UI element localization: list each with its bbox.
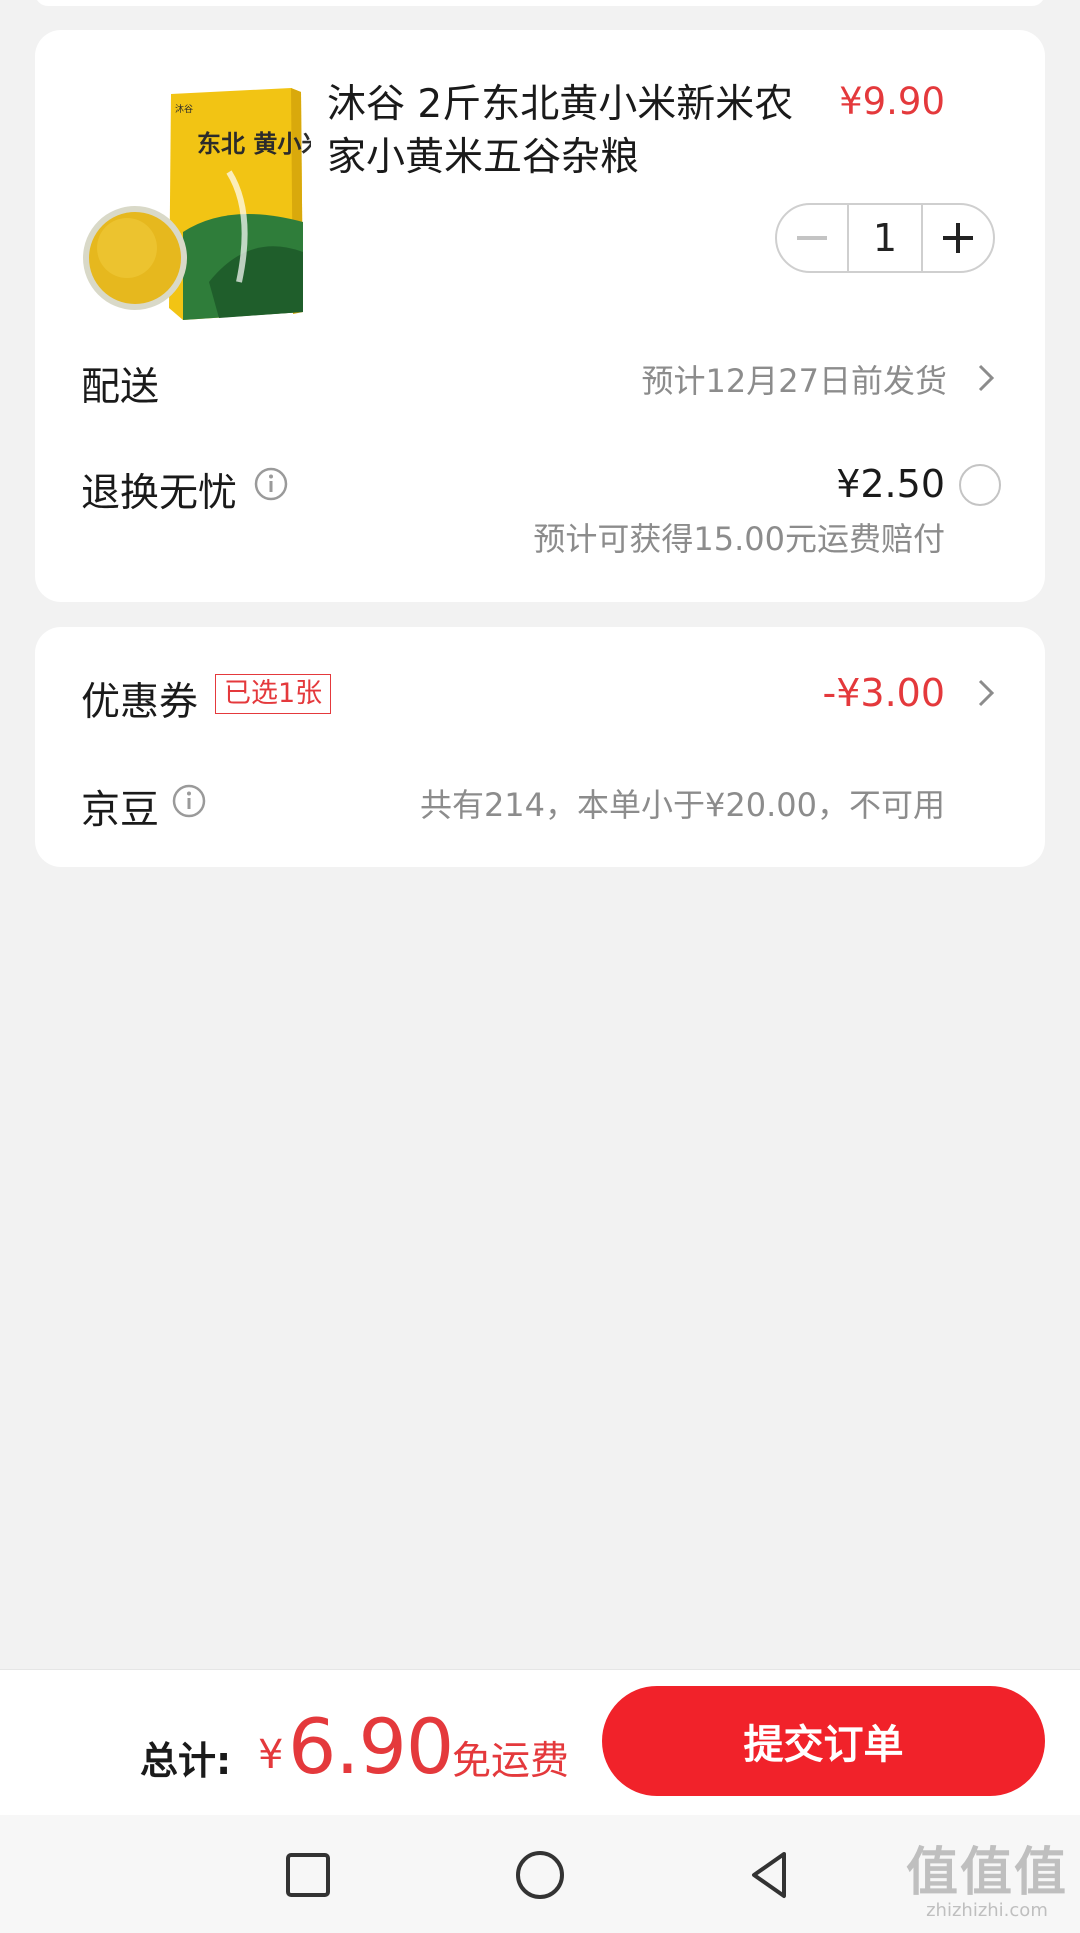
return-service-radio[interactable] xyxy=(959,464,1001,506)
product-image[interactable]: 沐谷 东北 黄小米 xyxy=(79,82,311,322)
shipping-label: 配送 xyxy=(81,365,160,410)
info-icon[interactable] xyxy=(253,466,289,502)
quantity-stepper: 1 xyxy=(775,203,995,273)
return-service-label: 退换无忧 xyxy=(81,471,238,516)
product-title[interactable]: 沐谷 2斤东北黄小米新米农家小黄米五谷杂粮 xyxy=(327,78,797,184)
decrease-button[interactable] xyxy=(777,205,847,271)
jingdou-status: 共有214，本单小于¥20.00，不可用 xyxy=(419,786,945,824)
total-amount: 6.90 xyxy=(288,1702,454,1791)
shipping-estimate[interactable]: 预计12月27日前发货 xyxy=(642,356,947,402)
chevron-right-icon[interactable] xyxy=(975,677,997,709)
square-icon[interactable] xyxy=(282,1849,334,1901)
total-label: 总计: xyxy=(140,1739,232,1783)
circle-icon[interactable] xyxy=(514,1849,566,1901)
watermark-sub: zhizhizhi.com xyxy=(926,1900,1048,1921)
previous-card-edge xyxy=(35,0,1045,6)
info-icon[interactable] xyxy=(171,783,207,819)
jingdou-label: 京豆 xyxy=(81,788,160,833)
watermark-main: 值值值 xyxy=(905,1843,1068,1903)
product-card: 沐谷 东北 黄小米 沐谷 2斤东北黄小米新米农家小黄米五谷杂粮 ¥9.90 1 … xyxy=(35,30,1045,602)
coupon-value[interactable]: -¥3.00 xyxy=(823,671,946,715)
total-currency: ¥ xyxy=(258,1732,284,1778)
quantity-value[interactable]: 1 xyxy=(847,205,923,271)
checkout-bar: 总计: ¥ 6.90 免运费 提交订单 xyxy=(0,1669,1080,1815)
plus-icon xyxy=(943,223,973,253)
product-price: ¥9.90 xyxy=(839,80,945,123)
package-text: 东北 黄小米 xyxy=(197,129,311,158)
chevron-right-icon[interactable] xyxy=(975,362,997,394)
watermark: 值值值 zhizhizhi.com xyxy=(906,1845,1068,1921)
product-brand-mark: 沐谷 xyxy=(175,103,193,115)
discount-card: 优惠券 已选1张 -¥3.00 京豆 共有214，本单小于¥20.00，不可用 xyxy=(35,627,1045,867)
minus-icon xyxy=(797,236,827,240)
return-service-price: ¥2.50 xyxy=(836,462,945,506)
increase-button[interactable] xyxy=(923,205,993,271)
system-nav-bar: 值值值 zhizhizhi.com xyxy=(0,1815,1080,1933)
free-shipping-label: 免运费 xyxy=(452,1739,570,1784)
coupon-label: 优惠券 xyxy=(81,680,199,725)
submit-order-button[interactable]: 提交订单 xyxy=(602,1686,1045,1796)
triangle-back-icon[interactable] xyxy=(744,1849,796,1901)
coupon-selected-badge: 已选1张 xyxy=(215,674,332,714)
return-service-note: 预计可获得15.00元运费赔付 xyxy=(533,520,945,558)
